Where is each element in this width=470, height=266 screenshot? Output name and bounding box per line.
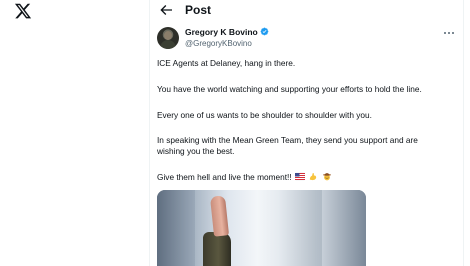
avatar[interactable] bbox=[157, 27, 179, 49]
back-arrow-icon[interactable] bbox=[158, 2, 174, 18]
post-paragraph-last: Give them hell and live the moment!! bbox=[157, 172, 332, 183]
page: Post Gregory K Bovino @GregoryKBovino IC… bbox=[0, 0, 470, 266]
post-image[interactable] bbox=[157, 190, 366, 266]
flexed-biceps-emoji-icon bbox=[310, 173, 317, 181]
post-paragraph: ICE Agents at Delaney, hang in there. bbox=[157, 58, 296, 68]
post-paragraph: wishing you the best. bbox=[157, 146, 235, 156]
post-paragraph: Every one of us wants to be shoulder to … bbox=[157, 110, 372, 120]
verified-badge-icon[interactable] bbox=[260, 27, 269, 36]
cowboy-hat-face-emoji-icon bbox=[322, 173, 331, 181]
post-paragraph-text: Give them hell and live the moment!! bbox=[157, 172, 292, 182]
author-handle[interactable]: @GregoryKBovino bbox=[185, 39, 252, 49]
us-flag-emoji-icon bbox=[294, 172, 305, 181]
left-nav bbox=[0, 0, 150, 266]
page-title: Post bbox=[185, 3, 212, 17]
post-header: Post bbox=[150, 0, 463, 22]
author-name-row: Gregory K Bovino bbox=[185, 27, 269, 38]
author-name[interactable]: Gregory K Bovino bbox=[185, 27, 258, 37]
post-paragraph: You have the world watching and supporti… bbox=[157, 84, 422, 94]
more-options-icon[interactable] bbox=[443, 29, 455, 37]
post-paragraph: In speaking with the Mean Green Team, th… bbox=[157, 135, 418, 145]
post-author: Gregory K Bovino @GregoryKBovino bbox=[157, 27, 457, 53]
post-detail-column: Post Gregory K Bovino @GregoryKBovino IC… bbox=[149, 0, 464, 266]
x-logo-icon[interactable] bbox=[14, 2, 32, 20]
